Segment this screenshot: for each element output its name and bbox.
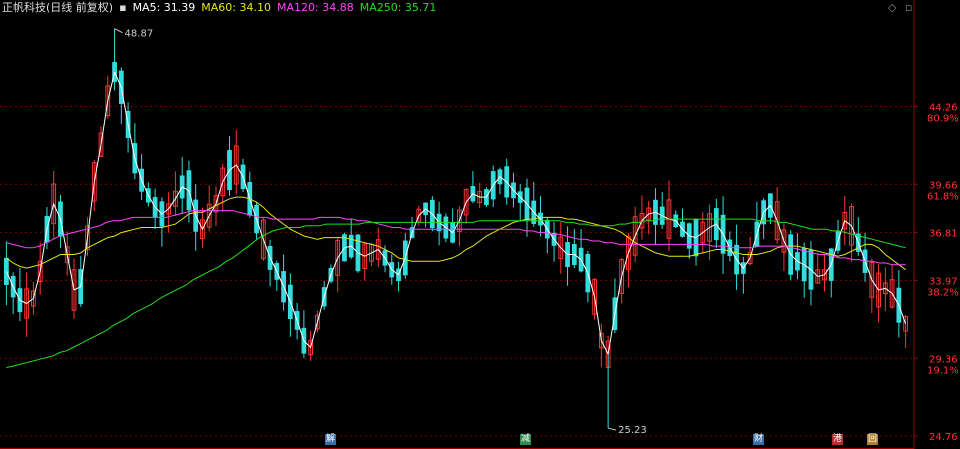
low-price-label: 25.23: [618, 425, 647, 436]
event-badge-finance[interactable]: 财: [753, 434, 764, 445]
stock-title: 正帆科技(日线 前复权): [2, 1, 114, 14]
legend-ma250: MA250: 35.71: [359, 1, 437, 14]
event-badge-buyback[interactable]: 回: [867, 434, 878, 445]
y-tick-label: 29.36: [929, 354, 958, 365]
legend-marker-icon: ▪: [119, 1, 127, 14]
y-percent-label: 38.2%: [927, 287, 959, 298]
legend-ma5: MA5: 31.39: [132, 1, 196, 14]
y-percent-label: 61.8%: [927, 191, 959, 202]
low-pointer: [608, 427, 617, 431]
high-pointer: [114, 28, 123, 34]
high-price-label: 48.87: [125, 29, 154, 40]
y-tick-label: 44.26: [929, 103, 958, 114]
candlestick-chart[interactable]: 44.26 39.66 36.81 33.97 29.36 24.76 80.9% 61.8%…: [0, 0, 960, 449]
event-badge-hk[interactable]: 港: [832, 434, 843, 445]
y-tick-label: 39.66: [929, 180, 958, 191]
y-tick-label: 36.81: [929, 228, 958, 239]
legend-ma120: MA120: 34.88: [277, 1, 354, 14]
y-tick-label: 24.76: [929, 432, 958, 443]
chart-legend: 正帆科技(日线 前复权) ▪ MA5: 31.39 MA60: 34.10 MA…: [2, 1, 442, 15]
diamond-icon[interactable]: ◇: [888, 1, 896, 15]
y-percent-label: 19.1%: [927, 365, 959, 376]
event-badge-unlock[interactable]: 解: [325, 434, 336, 445]
y-tick-label: 33.97: [929, 276, 958, 287]
event-badge-reduce[interactable]: 减: [520, 434, 531, 445]
collapse-icon[interactable]: ▫: [905, 1, 912, 15]
legend-ma60: MA60: 34.10: [201, 1, 271, 14]
y-percent-label: 80.9%: [927, 114, 959, 125]
kline-chart-window: 44.26 39.66 36.81 33.97 29.36 24.76 80.9% 61.8%…: [0, 0, 960, 449]
ma-line-ma250: [6, 218, 906, 369]
